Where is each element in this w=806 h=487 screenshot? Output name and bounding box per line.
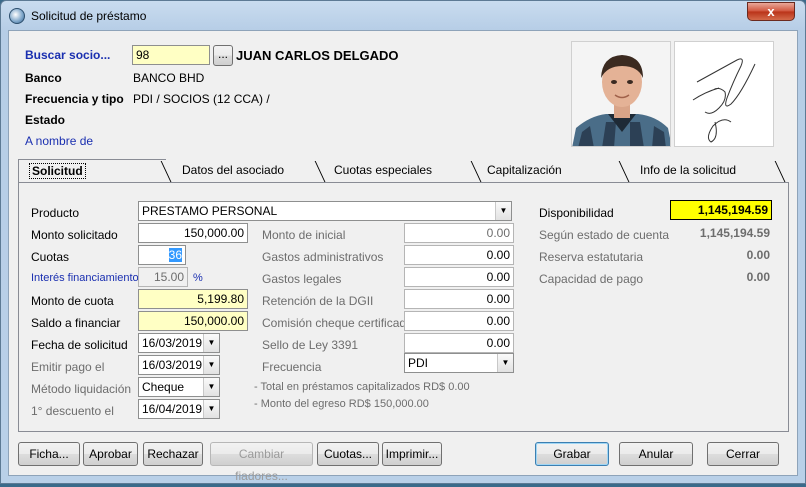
tab-info-solicitud[interactable]: Info de la solicitud	[630, 159, 780, 184]
tab-strip: Solicitud Datos del asociado Cuotas espe…	[18, 159, 790, 185]
form-body: Buscar socio... 98 ... JUAN CARLOS DELGA…	[8, 30, 798, 483]
capacidad-label: Capacidad de pago	[539, 272, 644, 286]
tab-cuotas-especiales[interactable]: Cuotas especiales	[324, 159, 474, 184]
segun-estado-value: 1,145,194.59	[699, 226, 770, 240]
tab-solicitud-label: Solicitud	[29, 163, 86, 179]
disponibilidad-value: 1,145,194.59	[670, 200, 772, 220]
gastos-legales-label: Gastos legales	[262, 272, 342, 286]
member-signature	[674, 41, 774, 147]
primer-descuento-picker[interactable]: 16/04/2019 ▼	[138, 399, 220, 419]
a-nombre-de-link[interactable]: A nombre de	[25, 134, 93, 148]
title-bar[interactable]: Solicitud de préstamo x	[1, 1, 805, 31]
chevron-down-icon: ▼	[203, 400, 219, 418]
cerrar-button[interactable]: Cerrar	[707, 442, 779, 466]
fecha-solicitud-value: 16/03/2019	[142, 336, 203, 350]
tab-capitalizacion-label: Capitalización	[487, 163, 562, 177]
monto-cuota-label: Monto de cuota	[31, 294, 114, 308]
gastos-legales-input[interactable]: 0.00	[404, 267, 514, 287]
loan-request-window: Solicitud de préstamo x Buscar socio... …	[0, 0, 806, 484]
tab-info-solicitud-label: Info de la solicitud	[640, 163, 737, 177]
comision-cheque-label: Comisión cheque certificado	[262, 316, 413, 330]
estado-label: Estado	[25, 113, 66, 127]
metodo-liquidacion-select[interactable]: Cheque ▼	[138, 377, 220, 397]
tab-datos-asociado[interactable]: Datos del asociado	[172, 159, 318, 184]
banco-label: Banco	[25, 71, 62, 85]
saldo-financiar-input: 150,000.00	[138, 311, 248, 331]
percent-unit: %	[193, 272, 203, 284]
emitir-pago-picker[interactable]: 16/03/2019 ▼	[138, 355, 220, 375]
tab-datos-asociado-label: Datos del asociado	[182, 163, 285, 177]
metodo-liquidacion-label: Método liquidación	[31, 382, 132, 396]
saldo-financiar-label: Saldo a financiar	[31, 316, 121, 330]
retencion-dgii-label: Retención de la DGII	[262, 294, 374, 308]
browse-socio-button[interactable]: ...	[213, 45, 233, 66]
interes-label: Interés financiamiento	[31, 272, 139, 284]
gastos-admin-label: Gastos administrativos	[262, 250, 384, 264]
chevron-down-icon: ▼	[497, 354, 513, 372]
member-photo	[571, 41, 671, 147]
cuotas-input[interactable]: 36	[138, 245, 186, 265]
ficha-button[interactable]: Ficha...	[18, 442, 80, 466]
cuotas-button[interactable]: Cuotas...	[317, 442, 379, 466]
grabar-button[interactable]: Grabar	[535, 442, 609, 466]
monto-cuota-input: 5,199.80	[138, 289, 248, 309]
reserva-value: 0.00	[746, 248, 770, 262]
egreso-note: - Monto del egreso RD$ 150,000.00	[254, 398, 429, 410]
rechazar-button[interactable]: Rechazar	[143, 442, 203, 466]
emitir-pago-value: 16/03/2019	[142, 358, 203, 372]
fecha-solicitud-label: Fecha de solicitud	[31, 338, 128, 352]
frecuencia-tipo-value: PDI / SOCIOS (12 CCA) /	[133, 92, 270, 106]
disponibilidad-label: Disponibilidad	[539, 206, 614, 220]
segun-estado-label: Según estado de cuenta	[539, 228, 670, 242]
chevron-down-icon: ▼	[495, 202, 511, 220]
producto-select-value: PRESTAMO PERSONAL	[142, 204, 278, 218]
reserva-label: Reserva estatutaria	[539, 250, 644, 264]
monto-inicial-label: Monto de inicial	[262, 228, 346, 242]
comision-cheque-input[interactable]: 0.00	[404, 311, 514, 331]
window-title: Solicitud de préstamo	[31, 9, 147, 23]
frecuencia-select-value: PDI	[408, 356, 429, 370]
banco-value: BANCO BHD	[133, 71, 205, 85]
anular-button[interactable]: Anular	[619, 442, 693, 466]
frecuencia-select[interactable]: PDI ▼	[404, 353, 514, 373]
monto-solicitado-label: Monto solicitado	[31, 228, 118, 242]
chevron-down-icon: ▼	[203, 378, 219, 396]
interes-input: 15.00	[138, 267, 188, 287]
primer-descuento-value: 16/04/2019	[142, 402, 203, 416]
aprobar-button[interactable]: Aprobar	[83, 442, 138, 466]
producto-label: Producto	[31, 206, 80, 220]
chevron-down-icon: ▼	[203, 334, 219, 352]
close-window-button[interactable]: x	[747, 2, 795, 21]
metodo-liquidacion-value: Cheque	[142, 380, 185, 394]
cuotas-input-value: 36	[168, 248, 182, 262]
sello-ley-input[interactable]: 0.00	[404, 333, 514, 353]
socio-name: JUAN CARLOS DELGADO	[236, 48, 399, 63]
producto-select[interactable]: PRESTAMO PERSONAL ▼	[138, 201, 512, 221]
retencion-dgii-input[interactable]: 0.00	[404, 289, 514, 309]
socio-id-input[interactable]: 98	[132, 45, 210, 65]
sello-ley-label: Sello de Ley 3391	[262, 338, 359, 352]
emitir-pago-label: Emitir pago el	[31, 360, 105, 374]
capacidad-value: 0.00	[746, 270, 770, 284]
imprimir-button[interactable]: Imprimir...	[382, 442, 442, 466]
cambiar-fiadores-button[interactable]: Cambiar fiadores...	[210, 442, 313, 483]
frecuencia-tipo-label: Frecuencia y tipo	[25, 92, 124, 106]
fecha-solicitud-picker[interactable]: 16/03/2019 ▼	[138, 333, 220, 353]
buscar-socio-link[interactable]: Buscar socio...	[25, 48, 110, 62]
monto-inicial-input: 0.00	[404, 223, 514, 243]
gastos-admin-input[interactable]: 0.00	[404, 245, 514, 265]
frecuencia-label: Frecuencia	[262, 360, 322, 374]
cuotas-label: Cuotas	[31, 250, 70, 264]
chevron-down-icon: ▼	[203, 356, 219, 374]
capitalizados-note: - Total en préstamos capitalizados RD$ 0…	[254, 381, 470, 393]
monto-solicitado-input[interactable]: 150,000.00	[138, 223, 248, 243]
app-icon	[9, 8, 25, 24]
tab-capitalizacion[interactable]: Capitalización	[477, 159, 627, 184]
primer-descuento-label: 1° descuento el	[31, 404, 114, 418]
tab-cuotas-especiales-label: Cuotas especiales	[334, 163, 433, 177]
